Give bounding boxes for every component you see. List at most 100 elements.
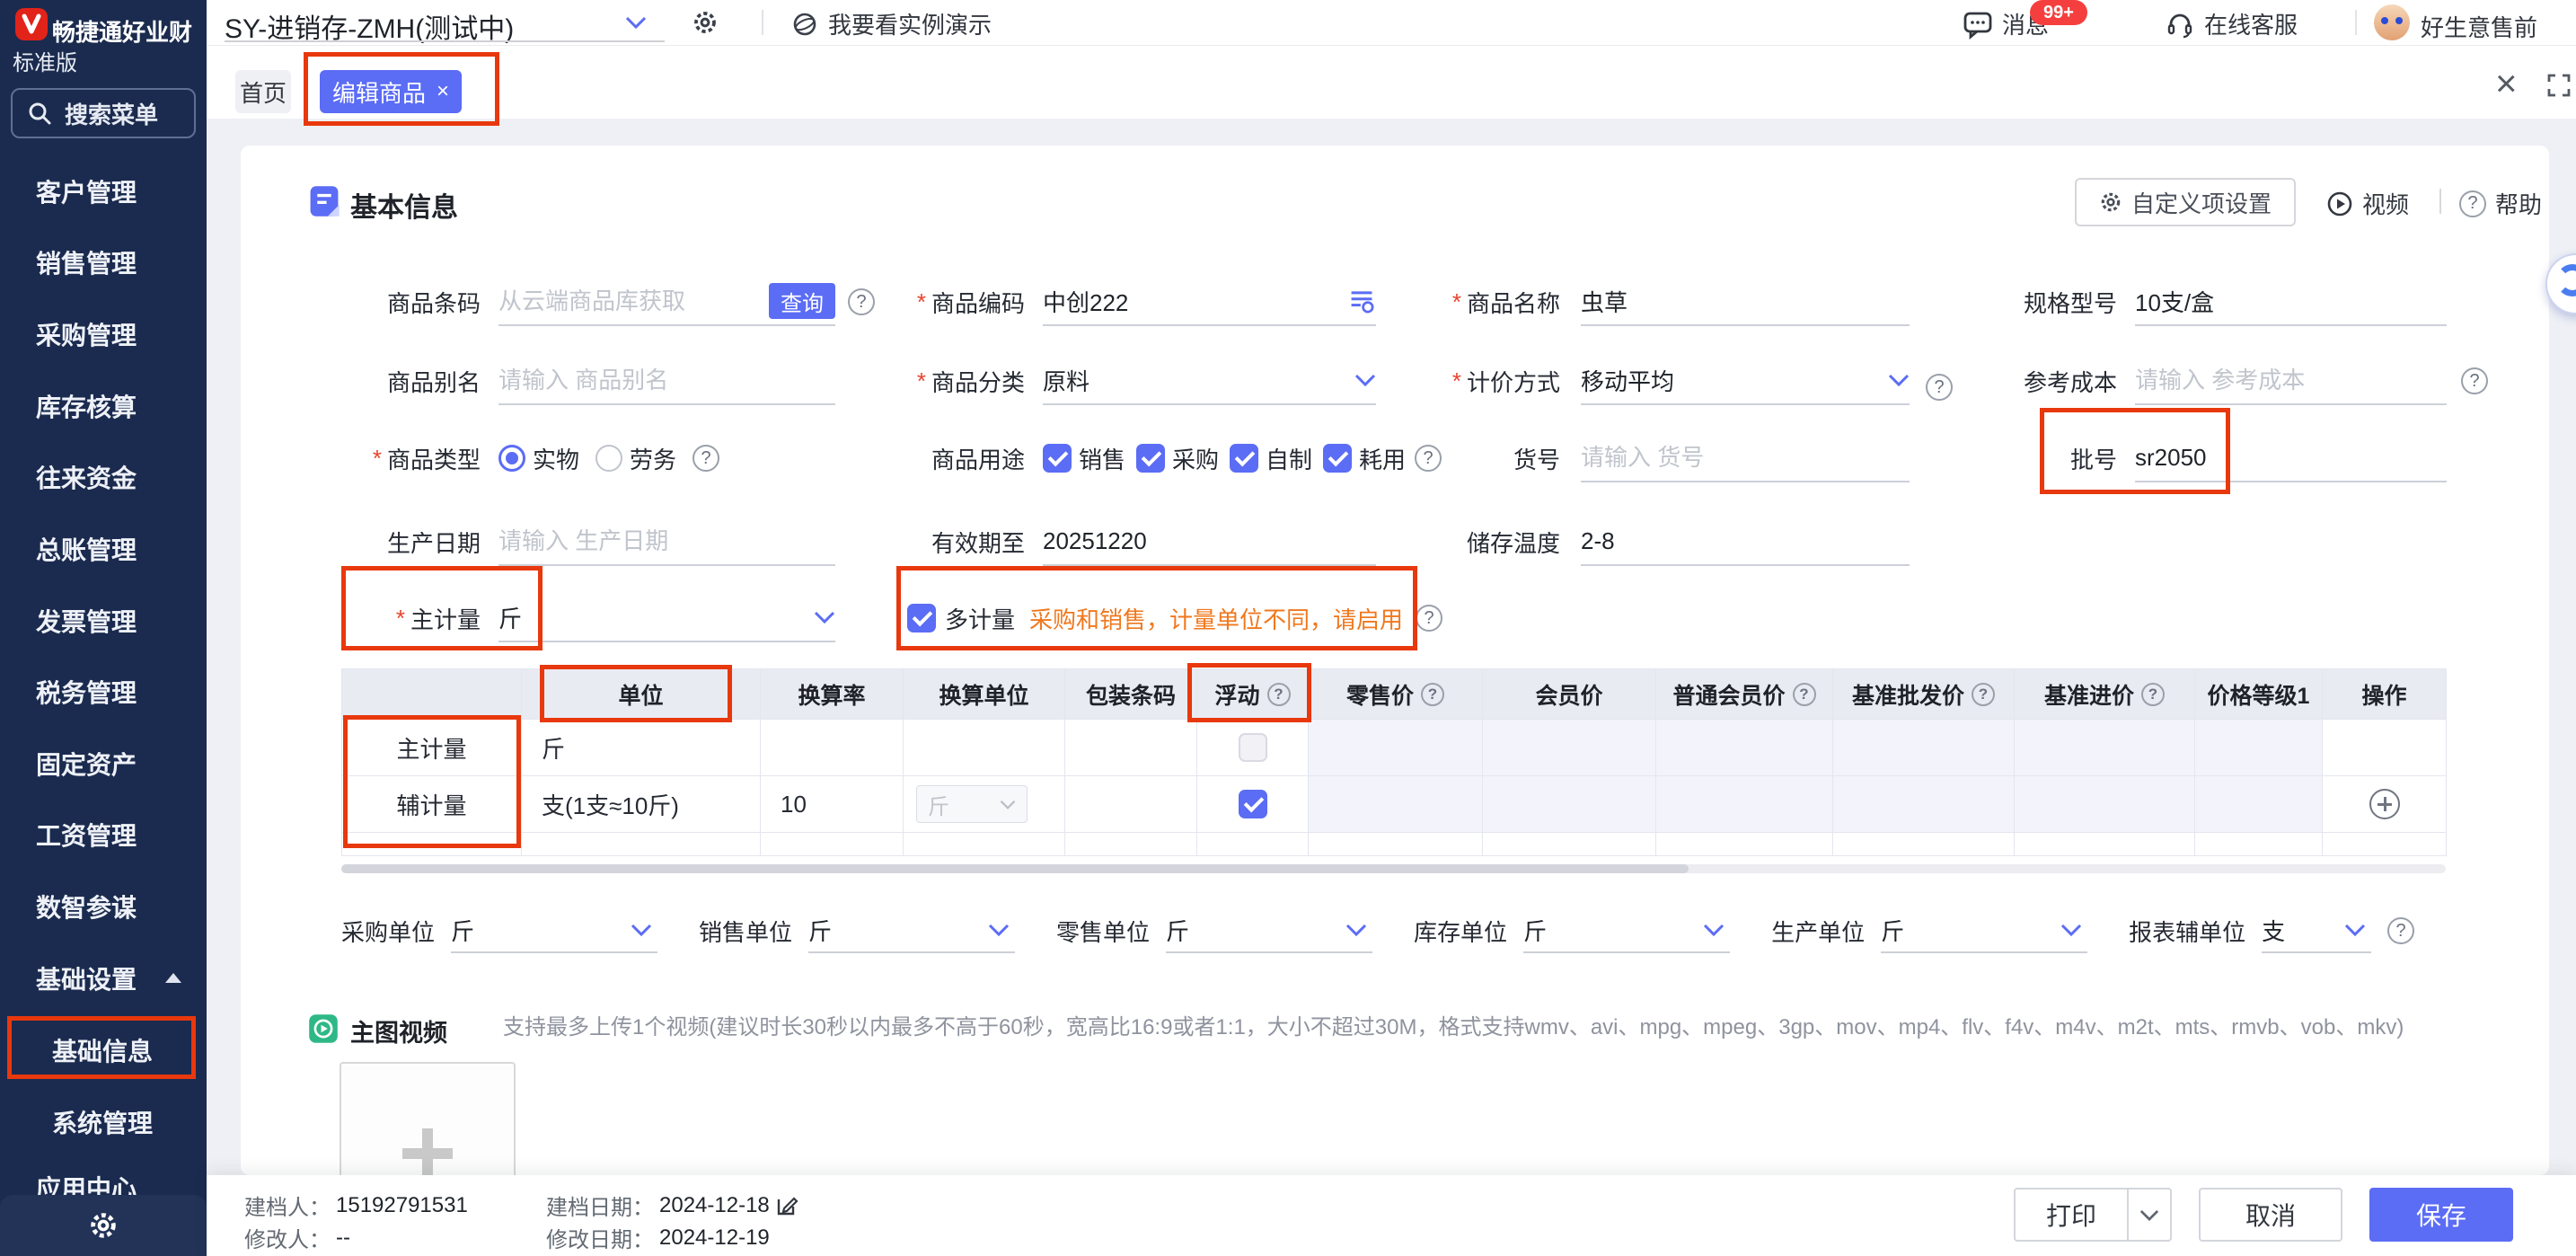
sidebar-item-fixed-assets[interactable]: 固定资产: [0, 746, 207, 782]
conv-unit-cell[interactable]: [904, 720, 1065, 776]
pack-barcode-cell[interactable]: [1065, 720, 1197, 776]
report-aux-unit-field[interactable]: 报表辅单位 支: [2129, 908, 2414, 953]
help-link[interactable]: 帮助: [2459, 187, 2542, 220]
print-options-chevron[interactable]: [2129, 1209, 2170, 1221]
online-service-button[interactable]: 在线客服: [2165, 7, 2298, 40]
app-window: 畅捷通好业财 标准版 搜索菜单 客户管理 销售管理 采购管理 库存核算 往来资金…: [0, 0, 2576, 1256]
menu-search-input[interactable]: 搜索菜单: [11, 88, 196, 138]
close-panel-icon[interactable]: ×: [2495, 65, 2518, 102]
customize-fields-button[interactable]: 自定义项设置: [2075, 178, 2296, 226]
usage-checkbox-self-made[interactable]: [1230, 444, 1258, 473]
sidebar-item-funds[interactable]: 往来资金: [0, 459, 207, 495]
stock-unit-value: 斤: [1523, 914, 1547, 947]
base-purchase-cell[interactable]: [2015, 720, 2195, 776]
sidebar-item-sales-mgmt[interactable]: 销售管理: [0, 244, 207, 280]
report-aux-help-icon[interactable]: [2387, 917, 2414, 944]
multi-unit-checkbox[interactable]: [907, 604, 936, 632]
retail-unit-field[interactable]: 零售单位 斤: [1056, 908, 1372, 953]
category-select[interactable]: 原料: [1043, 357, 1376, 405]
common-member-price-cell[interactable]: [1656, 776, 1833, 833]
barcode-input[interactable]: [498, 287, 769, 315]
sidebar-item-invoice-mgmt[interactable]: 发票管理: [0, 603, 207, 639]
code-input[interactable]: [1043, 287, 1347, 315]
edit-date-icon[interactable]: [775, 1194, 798, 1217]
purchase-unit-field[interactable]: 采购单位 斤: [341, 908, 657, 953]
expand-icon[interactable]: [2545, 72, 2572, 99]
empty-cell: [2323, 833, 2447, 856]
base-wholesale-help-icon[interactable]: [1972, 683, 1995, 706]
base-wholesale-cell[interactable]: [1833, 720, 2015, 776]
member-price-cell[interactable]: [1483, 776, 1656, 833]
sidebar-item-inventory-accounting[interactable]: 库存核算: [0, 388, 207, 424]
rate-cell[interactable]: 10: [761, 776, 904, 833]
alias-input[interactable]: [498, 367, 835, 394]
empty-cell: [761, 833, 904, 856]
sidebar-item-purchase-mgmt[interactable]: 采购管理: [0, 316, 207, 352]
sales-unit-field[interactable]: 销售单位 斤: [699, 908, 1015, 953]
sidebar-item-basic-info[interactable]: 基础信息: [0, 1032, 207, 1068]
sidebar-item-system-mgmt[interactable]: 系统管理: [0, 1104, 207, 1140]
retail-price-help-icon[interactable]: [1421, 683, 1444, 706]
art-no-input[interactable]: [1581, 444, 1910, 472]
agent-avatar[interactable]: [2374, 4, 2410, 40]
sidebar-item-tax-mgmt[interactable]: 税务管理: [0, 674, 207, 710]
multi-unit-help-icon[interactable]: [1416, 605, 1442, 632]
base-wholesale-cell[interactable]: [1833, 776, 2015, 833]
unit-cell[interactable]: 支(1支≈10斤): [522, 776, 761, 833]
name-input[interactable]: [1581, 287, 1910, 315]
member-price-cell[interactable]: [1483, 720, 1656, 776]
usage-checkbox-sales[interactable]: [1043, 444, 1072, 473]
type-radio-service[interactable]: [595, 445, 622, 472]
sidebar-item-customer-mgmt[interactable]: 客户管理: [0, 173, 207, 209]
price-level1-cell[interactable]: [2195, 776, 2323, 833]
type-help-icon[interactable]: [693, 445, 719, 472]
base-purchase-cell[interactable]: [2015, 776, 2195, 833]
common-member-price-cell[interactable]: [1656, 720, 1833, 776]
video-link[interactable]: 视频: [2326, 187, 2409, 220]
sidebar-item-basic-settings[interactable]: 基础设置: [0, 960, 207, 996]
retail-price-cell[interactable]: [1309, 720, 1483, 776]
base-purchase-help-icon[interactable]: [2141, 683, 2165, 706]
sidebar-item-general-ledger[interactable]: 总账管理: [0, 531, 207, 567]
chevron-down-icon[interactable]: [624, 15, 648, 30]
stock-unit-field[interactable]: 库存单位 斤: [1414, 908, 1730, 953]
close-tab-icon[interactable]: ×: [437, 79, 449, 104]
rate-cell[interactable]: [761, 720, 904, 776]
spec-input[interactable]: [2135, 287, 2447, 315]
table-row-label: 主计量: [342, 720, 522, 776]
common-member-price-help-icon[interactable]: [1793, 683, 1816, 706]
usage-checkbox-purchase[interactable]: [1136, 444, 1165, 473]
floating-help-icon[interactable]: [1267, 683, 1291, 706]
tab-home[interactable]: 首页: [235, 70, 291, 113]
cancel-button[interactable]: 取消: [2199, 1188, 2342, 1242]
tab-edit-product[interactable]: 编辑商品 ×: [320, 70, 462, 113]
price-level1-cell[interactable]: [2195, 720, 2323, 776]
floating-checkbox-checked[interactable]: [1239, 790, 1267, 818]
demo-link[interactable]: 我要看实例演示: [790, 7, 992, 40]
sidebar-item-smart-advisor[interactable]: 数智参谋: [0, 889, 207, 924]
sidebar-settings-bar[interactable]: [0, 1195, 207, 1256]
batch-input[interactable]: [2135, 444, 2447, 472]
retail-price-cell[interactable]: [1309, 776, 1483, 833]
print-split-button[interactable]: 打印: [2014, 1188, 2172, 1242]
save-button[interactable]: 保存: [2369, 1188, 2513, 1242]
pricing-select[interactable]: 移动平均: [1581, 357, 1910, 405]
horizontal-scrollbar-thumb[interactable]: [341, 864, 1689, 873]
pack-barcode-cell[interactable]: [1065, 776, 1197, 833]
type-radio-physical[interactable]: [498, 445, 525, 472]
storage-input[interactable]: [1581, 527, 1910, 555]
ref-cost-help-icon[interactable]: [2461, 367, 2488, 394]
conv-unit-select[interactable]: 斤: [916, 785, 1028, 823]
settings-gear-icon[interactable]: [692, 9, 719, 36]
production-unit-field[interactable]: 生产单位 斤: [1771, 908, 2087, 953]
expiry-input[interactable]: [1043, 527, 1376, 555]
video-upload-tile[interactable]: [340, 1062, 516, 1175]
ref-cost-input[interactable]: [2135, 367, 2447, 394]
unit-cell[interactable]: 斤: [522, 720, 761, 776]
add-row-icon[interactable]: [2369, 789, 2400, 819]
main-unit-select[interactable]: 斤: [498, 594, 835, 642]
sidebar-item-payroll-mgmt[interactable]: 工资管理: [0, 817, 207, 853]
spec-label: 规格型号: [1901, 277, 2117, 327]
floating-checkbox-unchecked[interactable]: [1239, 733, 1267, 762]
prod-date-input[interactable]: [498, 527, 835, 555]
